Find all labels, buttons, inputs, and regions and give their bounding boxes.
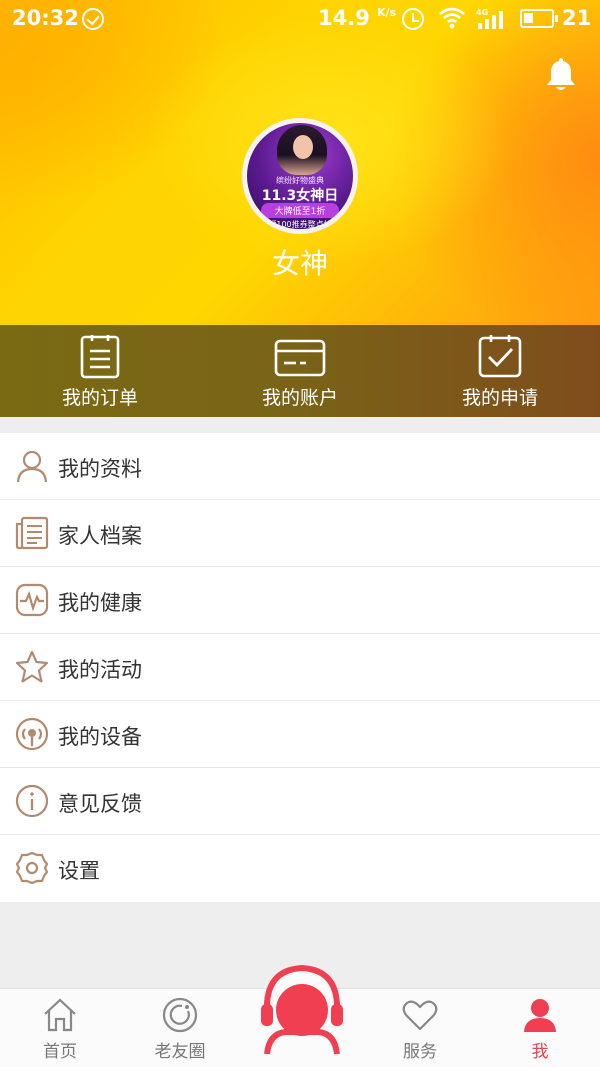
card-icon	[274, 339, 326, 377]
avatar-text: 11.3女神日	[261, 188, 339, 204]
signal-icon: 4G	[476, 8, 503, 29]
home-icon	[44, 998, 76, 1032]
quick-actions-bar: 我的订单 我的账户 我的申请	[0, 325, 600, 417]
menu-item-my-devices[interactable]: 我的设备	[0, 701, 600, 768]
profile-menu: 我的资料 家人档案 我的健康 我的活动 我的设备 意见反馈 设置	[0, 433, 600, 902]
avatar[interactable]: 缤纷好物盛典 11.3女神日 大牌低至1折 领100推券整点抢	[242, 118, 358, 234]
battery-level: 21	[562, 6, 592, 30]
avatar-text: 领100推券整点抢	[255, 219, 345, 229]
network-type: 4G	[476, 8, 488, 17]
bell-icon[interactable]	[544, 56, 578, 94]
menu-label: 家人档案	[58, 524, 142, 548]
my-account-button[interactable]: 我的账户	[200, 325, 400, 417]
status-bar: 20:32 14.9 K/s 4G 21	[0, 0, 600, 38]
center-voice-button[interactable]	[259, 964, 345, 1056]
tab-label: 我	[531, 1042, 549, 1062]
info-icon	[15, 784, 49, 818]
network-speed: 14.9 K/s	[318, 6, 397, 30]
tab-friends-circle[interactable]: 老友圈	[120, 989, 240, 1067]
menu-label: 我的健康	[58, 591, 142, 615]
star-icon	[15, 650, 49, 683]
wifi-icon	[439, 7, 465, 29]
menu-label: 我的设备	[58, 725, 142, 749]
menu-item-my-health[interactable]: 我的健康	[0, 567, 600, 634]
menu-item-my-activities[interactable]: 我的活动	[0, 634, 600, 701]
tab-home[interactable]: 首页	[0, 989, 120, 1067]
tab-label: 服务	[403, 1042, 437, 1062]
tab-label: 老友圈	[154, 1042, 206, 1062]
menu-item-my-profile[interactable]: 我的资料	[0, 433, 600, 500]
avatar-text: 大牌低至1折	[261, 203, 339, 218]
menu-label: 我的资料	[58, 457, 142, 481]
quick-label: 我的订单	[61, 387, 138, 409]
quick-label: 我的账户	[261, 387, 338, 409]
menu-label: 我的活动	[58, 658, 142, 682]
battery-icon	[520, 9, 558, 28]
check-icon	[82, 8, 104, 30]
order-icon	[80, 335, 120, 379]
tab-services[interactable]: 服务	[360, 989, 480, 1067]
username: 女神	[271, 247, 328, 280]
quick-label: 我的申请	[461, 387, 538, 409]
menu-label: 设置	[58, 859, 100, 883]
me-icon	[524, 999, 556, 1032]
my-orders-button[interactable]: 我的订单	[0, 325, 200, 417]
avatar-face	[293, 135, 313, 159]
apply-icon	[478, 335, 522, 378]
menu-label: 意见反馈	[58, 792, 142, 816]
menu-item-family-records[interactable]: 家人档案	[0, 500, 600, 567]
health-icon	[15, 583, 49, 617]
menu-item-settings[interactable]: 设置	[0, 835, 600, 902]
tab-label: 首页	[43, 1042, 77, 1062]
person-icon	[16, 450, 48, 483]
settings-icon	[15, 851, 49, 885]
alarm-icon	[402, 8, 424, 30]
archive-icon	[15, 516, 49, 550]
status-time: 20:32	[12, 6, 79, 30]
heart-icon	[402, 1000, 438, 1031]
tab-me[interactable]: 我	[480, 989, 600, 1067]
my-applications-button[interactable]: 我的申请	[400, 325, 600, 417]
device-icon	[15, 717, 49, 751]
menu-item-feedback[interactable]: 意见反馈	[0, 768, 600, 835]
profile-header: 20:32 14.9 K/s 4G 21 缤纷好物盛典 11.3女神日 大牌低至…	[0, 0, 600, 325]
circle-icon	[162, 997, 198, 1033]
